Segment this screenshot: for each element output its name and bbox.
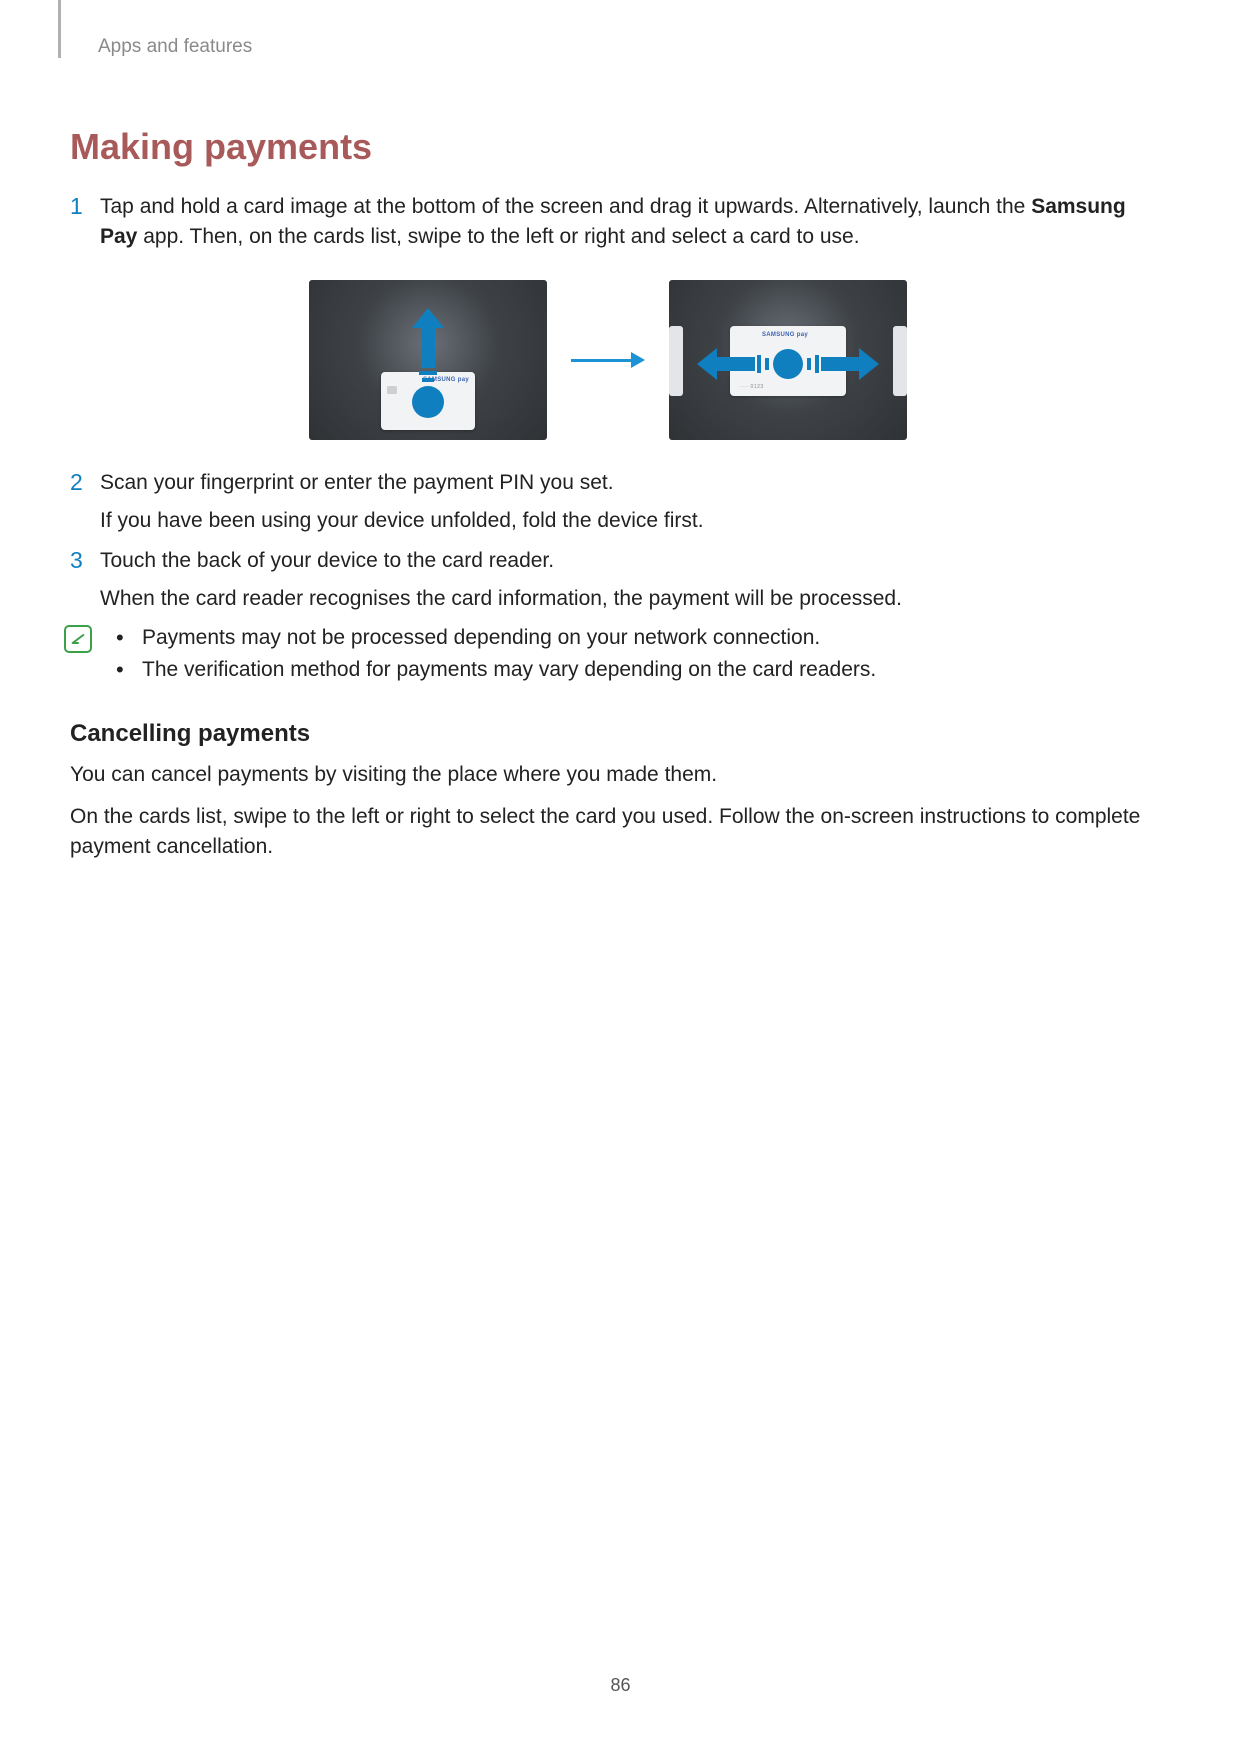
section-title: Making payments: [70, 126, 1146, 168]
step-2-line2: If you have been using your device unfol…: [100, 506, 1146, 536]
text: Tap and hold a card image at the bottom …: [100, 195, 1031, 218]
note-item: Payments may not be processed depending …: [116, 622, 876, 654]
note-block: Payments may not be processed depending …: [64, 622, 1146, 686]
screen-drag-up: SAMSUNG pay: [309, 280, 547, 440]
step-1: 1 Tap and hold a card image at the botto…: [70, 192, 1146, 252]
paragraph: You can cancel payments by visiting the …: [70, 760, 1146, 790]
breadcrumb: Apps and features: [98, 36, 1146, 58]
card-brand: SAMSUNG pay: [762, 332, 808, 338]
note-list: Payments may not be processed depending …: [116, 622, 876, 686]
swipe-arrows-icon: [669, 348, 907, 380]
card-number: ···· 0123: [740, 384, 764, 390]
transition-arrow-icon: [571, 352, 645, 368]
step-1-text: Tap and hold a card image at the bottom …: [100, 192, 1146, 252]
header-rule: [58, 0, 61, 58]
step-number: 1: [70, 192, 100, 252]
step-2-line1: Scan your fingerprint or enter the payme…: [100, 468, 614, 498]
note-icon: [64, 625, 92, 653]
screen-swipe-cards: SAMSUNG pay ···· 0123: [669, 280, 907, 440]
subsection-heading: Cancelling payments: [70, 720, 1146, 748]
step-3-line2: When the card reader recognises the card…: [100, 584, 1146, 614]
text: app. Then, on the cards list, swipe to t…: [137, 225, 859, 248]
drag-up-arrow-icon: [412, 308, 444, 418]
instruction-figures: SAMSUNG pay SAMSUN: [70, 280, 1146, 440]
step-3: 3 Touch the back of your device to the c…: [70, 546, 1146, 576]
step-2: 2 Scan your fingerprint or enter the pay…: [70, 468, 1146, 498]
step-number: 3: [70, 546, 100, 576]
step-number: 2: [70, 468, 100, 498]
paragraph: On the cards list, swipe to the left or …: [70, 802, 1146, 862]
step-3-line1: Touch the back of your device to the car…: [100, 546, 554, 576]
card-chip-icon: [387, 386, 397, 394]
note-item: The verification method for payments may…: [116, 654, 876, 686]
page-number: 86: [0, 1675, 1241, 1696]
